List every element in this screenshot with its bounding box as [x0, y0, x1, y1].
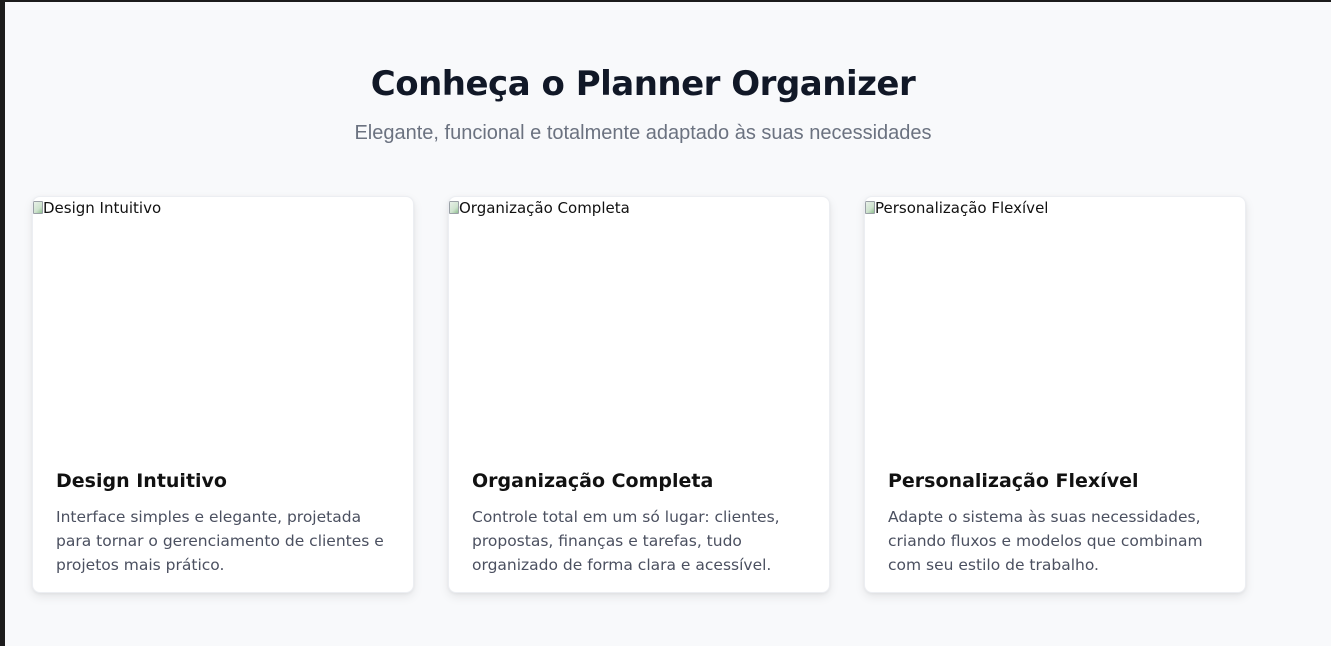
- feature-card-personalizacao-flexivel: Personalização Flexível Personalização F…: [864, 196, 1246, 593]
- broken-image-icon: [449, 201, 459, 214]
- feature-card-organizacao-completa: Organização Completa Organização Complet…: [448, 196, 830, 593]
- feature-card-title: Personalização Flexível: [888, 470, 1139, 492]
- feature-image: Personalização Flexível: [865, 197, 1245, 447]
- feature-card-description: Interface simples e elegante, projetada …: [56, 508, 384, 574]
- feature-card-design-intuitivo: Design Intuitivo Design Intuitivo Interf…: [32, 196, 414, 593]
- image-alt-text: Personalização Flexível: [875, 199, 1049, 217]
- feature-card-title: Design Intuitivo: [56, 470, 227, 492]
- feature-card-description: Controle total em um só lugar: clientes,…: [472, 508, 780, 574]
- broken-image-icon: [865, 201, 875, 214]
- section-title: Conheça o Planner Organizer: [370, 64, 916, 104]
- section-subtitle: Elegante, funcional e totalmente adaptad…: [354, 122, 932, 144]
- image-alt-text: Organização Completa: [459, 199, 630, 217]
- feature-card-title: Organização Completa: [472, 470, 714, 492]
- features-section: Conheça o Planner Organizer Elegante, fu…: [5, 2, 1331, 646]
- image-alt-text: Design Intuitivo: [43, 199, 162, 217]
- feature-image: Design Intuitivo: [33, 197, 413, 447]
- feature-image: Organização Completa: [449, 197, 829, 447]
- feature-card-description: Adapte o sistema às suas necessidades, c…: [888, 508, 1203, 574]
- broken-image-icon: [33, 201, 43, 214]
